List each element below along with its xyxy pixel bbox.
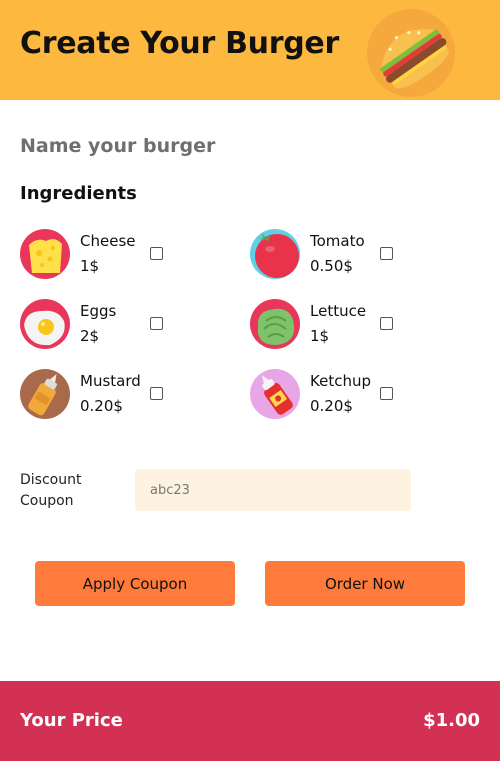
ingredient-price: 1$ [80,257,100,275]
burger-name-input[interactable] [20,132,440,160]
ingredient-price: 2$ [80,327,100,345]
ingredient-mustard: Mustard 0.20$ [20,369,240,421]
ingredient-price: 0.20$ [310,397,353,415]
ingredient-name: Eggs [80,302,117,320]
page-title: Create Your Burger [20,26,339,61]
ingredient-name: Lettuce [310,302,367,320]
header-bar: Create Your Burger [0,0,500,100]
lettuce-icon [250,299,300,349]
cheese-checkbox[interactable] [150,247,163,260]
coupon-label: Discount Coupon [20,472,82,509]
eggs-checkbox[interactable] [150,317,163,330]
ingredients-heading: Ingredients [20,183,137,204]
ingredient-eggs: Eggs 2$ [20,299,240,351]
price-total: $1.00 [423,710,480,731]
ingredient-lettuce: Lettuce 1$ [250,299,470,351]
cheese-icon [20,229,70,279]
lettuce-checkbox[interactable] [380,317,393,330]
ketchup-checkbox[interactable] [380,387,393,400]
ingredient-tomato: Tomato 0.50$ [250,229,470,281]
ingredient-price: 1$ [310,327,330,345]
tomato-icon [250,229,300,279]
ingredient-cheese: Cheese 1$ [20,229,240,281]
ingredient-ketchup: Ketchup 0.20$ [250,369,470,421]
ingredient-price: 0.50$ [310,257,353,275]
mustard-checkbox[interactable] [150,387,163,400]
ketchup-icon [250,369,300,419]
price-label: Your Price [20,710,123,731]
tomato-checkbox[interactable] [380,247,393,260]
egg-icon [20,299,70,349]
burger-icon [367,9,455,97]
ingredient-name: Ketchup [310,372,371,390]
price-footer: Your Price $1.00 [0,681,500,761]
order-now-button[interactable]: Order Now [265,561,465,606]
ingredient-name: Mustard [80,372,141,390]
coupon-input[interactable] [135,469,411,511]
ingredient-name: Tomato [310,232,365,250]
apply-coupon-button[interactable]: Apply Coupon [35,561,235,606]
ingredient-name: Cheese [80,232,136,250]
mustard-icon [20,369,70,419]
ingredient-price: 0.20$ [80,397,123,415]
